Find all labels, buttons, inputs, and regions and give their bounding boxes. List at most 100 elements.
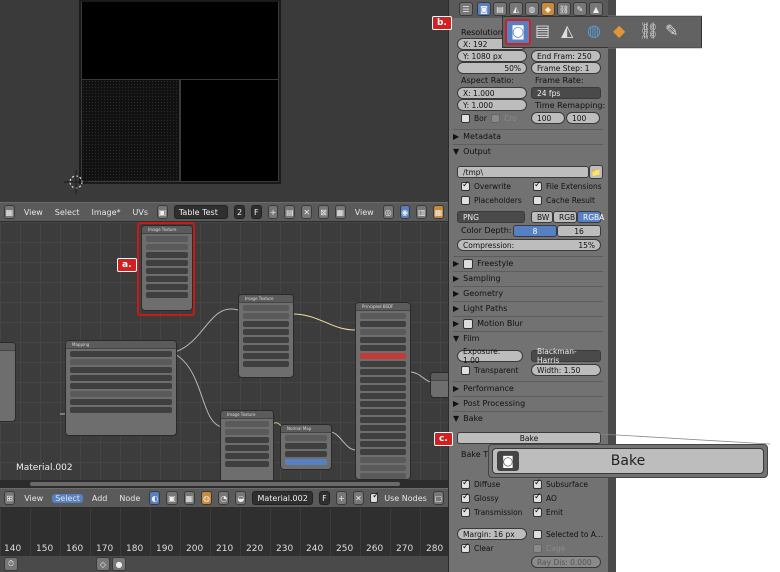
data-icon[interactable]: ▲ [589,2,603,16]
image-browse-icon[interactable]: ▣ [157,205,168,219]
resolution-y-field[interactable]: Y: 1080 px [457,50,527,62]
node-socket-alpha[interactable] [225,429,269,435]
node-interpolation[interactable] [225,453,269,459]
overwrite-checkbox[interactable]: Overwrite [461,180,511,191]
world-icon[interactable]: ◍ [525,2,539,16]
principled-base-color[interactable] [360,329,406,335]
material-browse-icon[interactable]: ◒ [235,491,247,505]
resolution-percent-field[interactable]: 50% [457,62,527,74]
principled-subsurface[interactable] [360,337,406,343]
node-extension[interactable] [243,353,289,359]
section-bake[interactable]: ▼ Bake [453,411,603,425]
node-editor-scrollbar[interactable] [0,480,448,488]
compositing-nodes-icon[interactable]: ▣ [166,491,178,505]
menu-view[interactable]: View [21,208,46,217]
backdrop-icon[interactable]: ▢ [432,491,445,505]
principled-distribution[interactable] [360,321,406,327]
unlink-image-icon[interactable]: ✕ [301,205,313,219]
fake-user-toggle[interactable]: F [251,205,262,219]
section-metadata[interactable]: ▶ Metadata [453,129,603,143]
margin-field[interactable]: Margin: 16 px [457,528,527,540]
subsurface-checkbox[interactable]: Subsurface [533,478,588,489]
section-post-processing[interactable]: ▶ Post Processing [453,396,603,410]
color-mode-bw[interactable]: BW [531,211,553,223]
mapping-row-x[interactable] [70,367,172,373]
filter-width-field[interactable]: Width: 1.50 [531,364,601,376]
node-socket-bsdf[interactable] [360,313,406,319]
world-icon[interactable]: ◔ [218,491,230,505]
glossy-checkbox[interactable]: Glossy [461,492,499,503]
menu-node[interactable]: Node [116,494,143,503]
diffuse-checkbox[interactable]: Diffuse [461,478,500,489]
mapping-row-z[interactable] [70,383,172,389]
filter-type-dropdown[interactable]: Blackman-Harris [531,347,601,365]
principled-clearcoat[interactable] [360,425,406,431]
transparent-checkbox[interactable]: Transparent [461,366,518,375]
section-geometry[interactable]: ▶ Geometry [453,286,603,300]
exposure-field[interactable]: Exposure: 1.00 [457,347,523,365]
editor-type-icon[interactable]: ⊞ [4,491,16,505]
frame-step-field[interactable]: Frame Step: 1 [531,62,601,74]
texture-nodes-icon[interactable]: ▦ [183,491,195,505]
remap-old-field[interactable]: 100 [531,112,565,124]
folder-icon[interactable]: 📁 [589,165,603,179]
cage-checkbox[interactable]: Cage [533,544,565,553]
file-extensions-checkbox[interactable]: File Extensions [533,180,602,191]
editor-type-icon[interactable]: ⏱ [4,557,18,571]
menu-image[interactable]: Image* [88,208,123,217]
section-light-paths[interactable]: ▶ Light Paths [453,301,603,315]
new-image-icon[interactable]: + [267,205,279,219]
principled-anisotropic[interactable] [360,393,406,399]
image-name-field[interactable]: Table Test [173,205,228,219]
transmission-checkbox[interactable]: Transmission [461,506,522,517]
editor-type-icon[interactable]: ▦ [4,205,15,219]
normal-map-space[interactable] [285,443,327,449]
node-projection[interactable] [225,461,269,467]
section-freestyle[interactable]: ▶ Freestyle [453,256,603,270]
object-icon[interactable]: ◍ [200,491,213,505]
output-path-field[interactable]: /tmp\ [457,166,589,178]
principled-specular-tint[interactable] [360,377,406,383]
color-depth-16[interactable]: 16 [557,225,601,237]
image-texture-node-2[interactable]: Image Texture [238,294,294,378]
mapping-min-max[interactable] [70,391,172,397]
material-output-node[interactable] [430,372,448,398]
principled-subsurface-radius[interactable] [360,345,406,351]
border-checkbox[interactable]: Bor [461,114,487,123]
remap-new-field[interactable]: 100 [566,112,600,124]
section-film[interactable]: ▼ Film [453,331,603,345]
image-users-count[interactable]: 2 [233,205,246,219]
node-projection[interactable] [243,345,289,351]
principled-ior[interactable] [360,441,406,447]
cache-result-checkbox[interactable]: Cache Result [533,196,595,205]
keyframe-icon[interactable]: ◇ [96,557,110,571]
node-color-space[interactable] [243,329,289,335]
section-sampling[interactable]: ▶ Sampling [453,271,603,285]
node-socket-alpha[interactable] [243,313,289,319]
node-editor[interactable]: Image Texture Mapping Image Texture Imag… [0,222,448,488]
principled-specular[interactable] [360,369,406,375]
image-texture-node-3[interactable]: Image Texture [220,410,274,488]
color-mode-rgb[interactable]: RGB [553,211,577,223]
ao-checkbox[interactable]: AO [533,492,557,503]
normal-map-node[interactable]: Normal Map [280,424,332,470]
pin-icon[interactable]: ⊠ [318,205,329,219]
principled-bsdf-node[interactable]: Principled BSDF [355,302,411,480]
bake-button[interactable]: Bake [457,432,601,444]
menu-uvs[interactable]: UVs [130,208,152,217]
menu-add[interactable]: Add [89,494,111,503]
principled-subsurface-color[interactable] [360,353,406,359]
color-mode-rgba[interactable]: RGBA [577,211,604,223]
use-nodes-checkbox[interactable] [370,491,380,503]
record-icon[interactable]: ● [112,557,126,571]
emit-checkbox[interactable]: Emit [533,506,563,517]
crop-checkbox[interactable]: Cro [491,114,517,123]
principled-transmission[interactable] [360,449,406,455]
file-format-dropdown[interactable]: PNG [457,211,525,223]
object-icon[interactable]: ◆ [541,2,555,16]
principled-tangent[interactable] [360,473,406,479]
render-tab-icon-zoomed[interactable]: ◙ [505,19,531,45]
alpha-channel-icon[interactable]: ▦ [433,205,444,219]
aspect-x-field[interactable]: X: 1.000 [457,87,527,99]
node-image-field[interactable] [243,321,289,327]
